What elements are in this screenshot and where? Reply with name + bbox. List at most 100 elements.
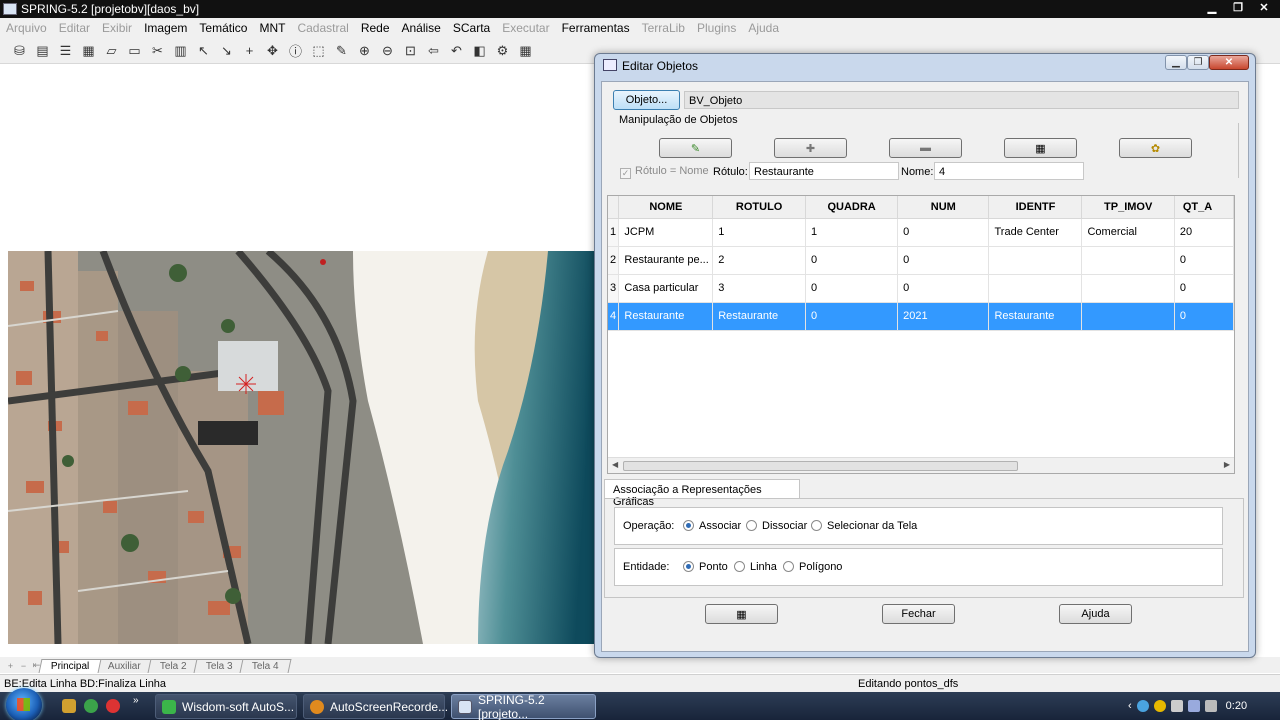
- scroll-right-icon[interactable]: ▶: [1224, 460, 1230, 469]
- pencil-icon[interactable]: ✎: [332, 41, 351, 60]
- column-header-quadra[interactable]: QUADRA: [805, 196, 899, 219]
- table-cell[interactable]: Restaurante: [712, 302, 807, 331]
- table-cell[interactable]: Restaurante pe...: [618, 246, 714, 275]
- radio-linha[interactable]: Linha: [734, 561, 777, 573]
- table-view-button[interactable]: ▦: [1004, 138, 1077, 158]
- menu-mnt[interactable]: MNT: [253, 21, 291, 35]
- tab-nav-plus-icon[interactable]: +: [4, 661, 17, 671]
- dialog-minimize-button[interactable]: ▁: [1165, 55, 1187, 70]
- menu-arquivo[interactable]: Arquivo: [0, 21, 53, 35]
- table-cell[interactable]: 0: [805, 302, 899, 331]
- menu-analise[interactable]: Análise: [396, 21, 447, 35]
- table-cell[interactable]: 2: [712, 246, 807, 275]
- expand-quicklaunch-icon[interactable]: »: [133, 695, 147, 709]
- table-cell[interactable]: 0: [805, 274, 899, 303]
- menu-terralib[interactable]: TerraLib: [636, 21, 691, 35]
- zoom-area-icon[interactable]: ⊡: [401, 41, 420, 60]
- chrome-quicklaunch-icon[interactable]: [84, 699, 98, 713]
- table-cell[interactable]: Casa particular: [618, 274, 714, 303]
- row-number[interactable]: 3: [608, 274, 620, 303]
- table-cell[interactable]: Trade Center: [988, 218, 1083, 247]
- column-header-rotulo[interactable]: ROTULO: [712, 196, 807, 219]
- row-number[interactable]: 1: [608, 218, 620, 247]
- tab-tela-4[interactable]: Tela 4: [239, 659, 291, 673]
- database-icon[interactable]: ⛁: [10, 41, 29, 60]
- tray-network-icon[interactable]: [1187, 700, 1200, 712]
- table-row[interactable]: 1 JCPM 1 1 0 Trade Center Comercial 20: [608, 218, 1234, 247]
- row-number[interactable]: 4: [608, 302, 620, 331]
- minimize-button[interactable]: ▁: [1200, 1, 1224, 15]
- menu-ajuda[interactable]: Ajuda: [742, 21, 785, 35]
- table-row-selected[interactable]: 4 Restaurante Restaurante 0 2021 Restaur…: [608, 302, 1234, 331]
- table-cell[interactable]: 1: [805, 218, 899, 247]
- remove-object-button[interactable]: ▬: [889, 138, 962, 158]
- tray-security-icon[interactable]: [1153, 700, 1166, 712]
- radio-selecionar-da-tela[interactable]: Selecionar da Tela: [811, 520, 917, 532]
- table-cell[interactable]: 0: [1174, 302, 1234, 331]
- radio-dissociar[interactable]: Dissociar: [746, 520, 807, 532]
- tab-principal[interactable]: Principal: [38, 659, 102, 673]
- dialog-title-bar[interactable]: Editar Objetos ▁ ❐ ✕: [595, 54, 1255, 76]
- fechar-button[interactable]: Fechar: [882, 604, 955, 624]
- zoom-in-icon[interactable]: ⊕: [355, 41, 374, 60]
- scissors-icon[interactable]: ✂: [148, 41, 167, 60]
- tray-clock[interactable]: 0:20: [1226, 700, 1247, 712]
- tab-nav-minus-icon[interactable]: −: [17, 661, 30, 671]
- ajuda-button[interactable]: Ajuda: [1059, 604, 1132, 624]
- scroll-left-icon[interactable]: ◀: [612, 460, 618, 469]
- menu-rede[interactable]: Rede: [355, 21, 396, 35]
- layers-icon[interactable]: ☰: [56, 41, 75, 60]
- column-header-identf[interactable]: IDENTF: [988, 196, 1083, 219]
- menu-ferramentas[interactable]: Ferramentas: [556, 21, 636, 35]
- close-button[interactable]: ✕: [1252, 1, 1276, 15]
- table-row[interactable]: 3 Casa particular 3 0 0 0: [608, 274, 1234, 303]
- radio-ponto[interactable]: Ponto: [683, 561, 728, 573]
- table-cell[interactable]: Restaurante: [618, 302, 714, 331]
- undo-icon[interactable]: ↶: [447, 41, 466, 60]
- project-icon[interactable]: ▤: [33, 41, 52, 60]
- menu-imagem[interactable]: Imagem: [138, 21, 193, 35]
- table-row[interactable]: 2 Restaurante pe... 2 0 0 0: [608, 246, 1234, 275]
- table-cell[interactable]: [1081, 274, 1175, 303]
- media-quicklaunch-icon[interactable]: [106, 699, 120, 713]
- menu-executar[interactable]: Executar: [496, 21, 555, 35]
- table-cell[interactable]: Comercial: [1081, 218, 1175, 247]
- table-cell[interactable]: [988, 274, 1083, 303]
- tab-associacao[interactable]: Associação a Representações Gráficas: [604, 479, 800, 508]
- menu-tematico[interactable]: Temático: [193, 21, 253, 35]
- grid-icon[interactable]: ▦: [79, 41, 98, 60]
- table-cell[interactable]: 0: [1174, 274, 1234, 303]
- table-cell[interactable]: 3: [712, 274, 807, 303]
- table-cell[interactable]: JCPM: [618, 218, 714, 247]
- table-cell[interactable]: 0: [897, 274, 990, 303]
- info-icon[interactable]: ⓘ: [286, 41, 305, 60]
- chart-icon[interactable]: ▥: [171, 41, 190, 60]
- folder-quicklaunch-icon[interactable]: [62, 699, 76, 713]
- tray-device-icon[interactable]: [1170, 700, 1183, 712]
- task-autoscreenrecorder[interactable]: AutoScreenRecorde...: [303, 694, 448, 719]
- table-cell[interactable]: 0: [805, 246, 899, 275]
- table-cell[interactable]: Restaurante: [988, 302, 1083, 331]
- nome-input[interactable]: 4: [934, 162, 1084, 180]
- menu-exibir[interactable]: Exibir: [96, 21, 138, 35]
- settings-icon[interactable]: ⚙: [493, 41, 512, 60]
- table-cell[interactable]: 0: [897, 246, 990, 275]
- tab-tela-2[interactable]: Tela 2: [147, 659, 200, 673]
- objeto-button[interactable]: Objeto...: [613, 90, 680, 110]
- table-cell[interactable]: [1081, 302, 1175, 331]
- task-spring[interactable]: SPRING-5.2 [projeto...: [451, 693, 596, 720]
- back-icon[interactable]: ⇦: [424, 41, 443, 60]
- table-cell[interactable]: 20: [1174, 218, 1234, 247]
- tab-tela-3[interactable]: Tela 3: [193, 659, 246, 673]
- dialog-maximize-button[interactable]: ❐: [1187, 55, 1209, 70]
- column-header-nome[interactable]: NOME: [618, 196, 714, 219]
- eraser-icon[interactable]: ▱: [102, 41, 121, 60]
- rotulo-input[interactable]: Restaurante: [749, 162, 899, 180]
- zoom-out-icon[interactable]: ⊖: [378, 41, 397, 60]
- menu-scarta[interactable]: SCarta: [447, 21, 496, 35]
- menu-cadastral[interactable]: Cadastral: [291, 21, 354, 35]
- plus-icon[interactable]: +: [240, 41, 259, 60]
- edit-object-button[interactable]: ✎: [659, 138, 732, 158]
- table-icon[interactable]: ▦: [516, 41, 535, 60]
- palette-button[interactable]: ✿: [1119, 138, 1192, 158]
